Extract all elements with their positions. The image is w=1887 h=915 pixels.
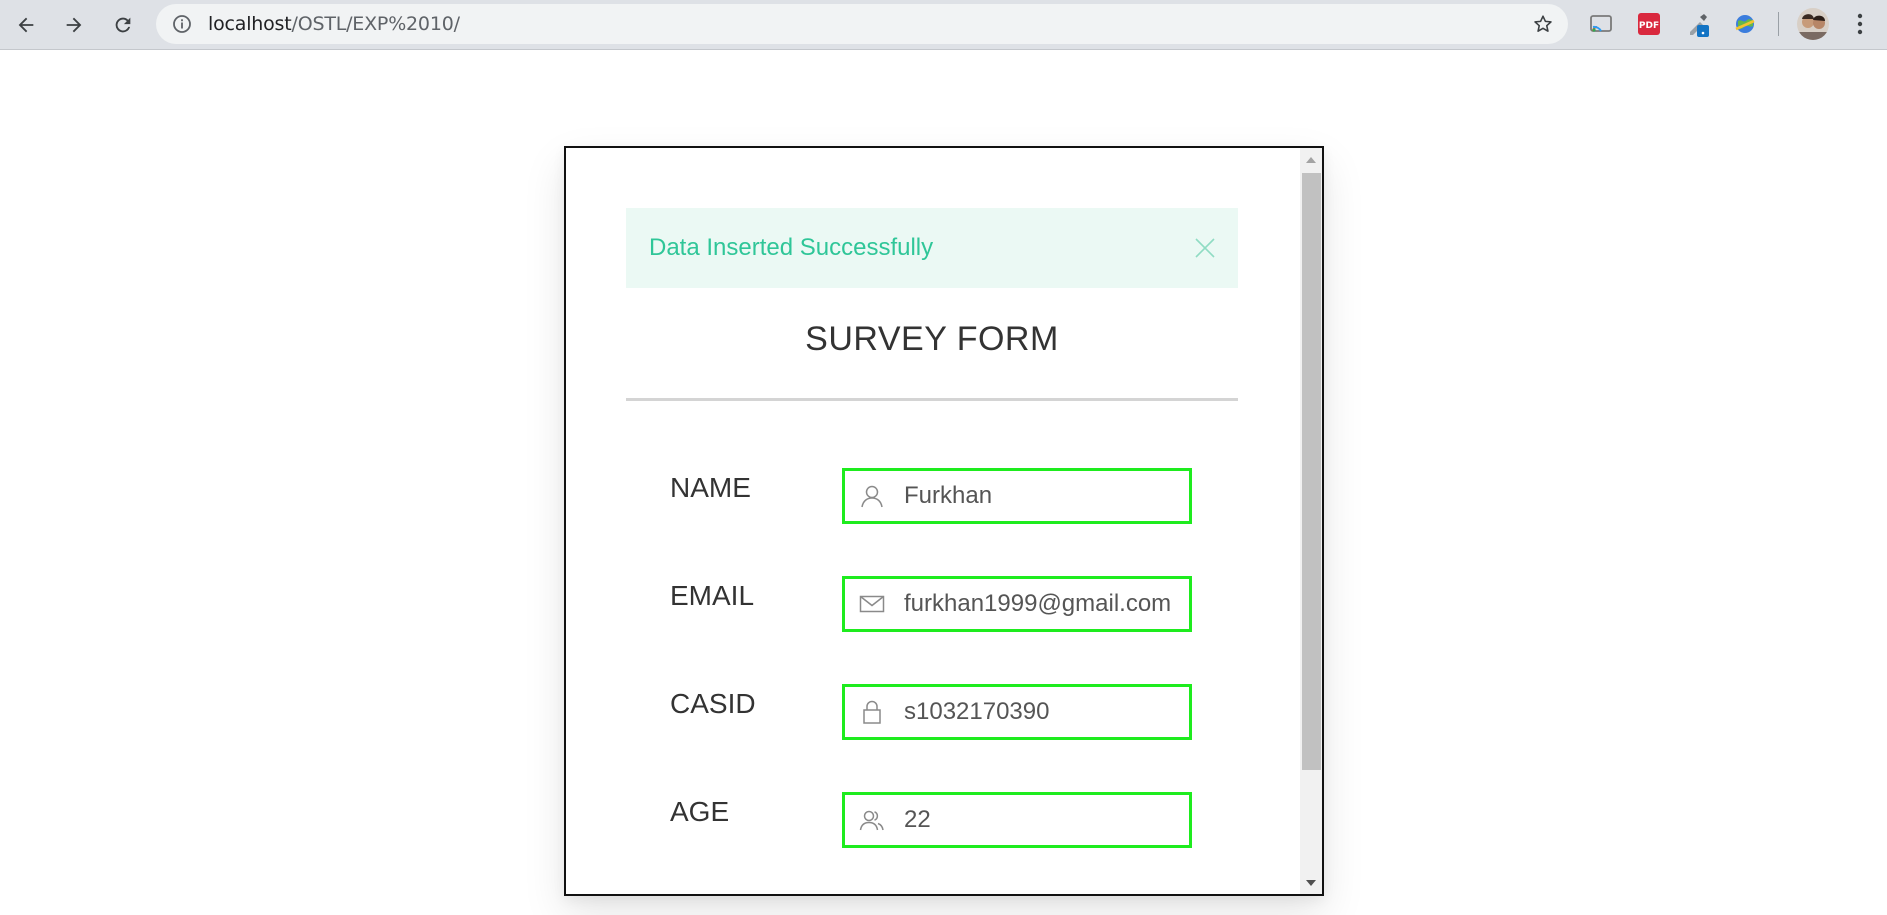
age-label: AGE	[670, 796, 730, 827]
scroll-up-button[interactable]	[1300, 148, 1322, 170]
caret-up-icon	[1306, 156, 1316, 163]
users-icon	[859, 810, 884, 831]
globe-extension-icon[interactable]	[1732, 11, 1758, 37]
survey-form-frame: Data Inserted Successfully SURVEY FORM N…	[564, 146, 1324, 896]
success-alert: Data Inserted Successfully	[626, 208, 1238, 288]
email-field[interactable]: furkhan1999@gmail.com	[842, 576, 1192, 632]
alert-message: Data Inserted Successfully	[649, 234, 934, 261]
age-value: 22	[904, 806, 931, 833]
email-value: furkhan1999@gmail.com	[904, 590, 1172, 617]
caret-down-icon	[1306, 879, 1316, 886]
casid-field[interactable]: s1032170390	[842, 684, 1192, 740]
reload-button[interactable]	[107, 9, 139, 41]
lock-icon	[863, 700, 881, 724]
arrow-right-icon	[66, 17, 82, 33]
cast-extension-icon[interactable]	[1588, 11, 1614, 37]
close-icon[interactable]	[1194, 237, 1216, 259]
vertical-scrollbar[interactable]	[1300, 148, 1322, 894]
name-label: NAME	[670, 472, 751, 503]
info-icon[interactable]	[172, 14, 192, 34]
url-text[interactable]: localhost/OSTL/EXP%2010/	[208, 4, 460, 44]
back-button[interactable]	[10, 9, 42, 41]
url-host: localhost	[208, 13, 292, 35]
eyedropper-extension-icon[interactable]	[1684, 11, 1710, 37]
age-field[interactable]: 22	[842, 792, 1192, 848]
svg-text:PDF: PDF	[1639, 21, 1659, 31]
toolbar-divider	[1778, 12, 1779, 36]
envelope-icon	[859, 595, 885, 613]
bookmark-star-icon[interactable]	[1532, 13, 1554, 35]
form-title: SURVEY FORM	[805, 320, 1059, 358]
forward-button[interactable]	[58, 9, 90, 41]
scroll-thumb[interactable]	[1302, 173, 1321, 770]
browser-toolbar: localhost/OSTL/EXP%2010/ PDF	[0, 0, 1887, 50]
reload-icon	[115, 17, 131, 33]
kebab-menu-icon[interactable]	[1848, 11, 1872, 37]
pdf-extension-icon[interactable]: PDF	[1636, 11, 1662, 37]
casid-label: CASID	[670, 688, 756, 719]
url-path: /OSTL/EXP%2010/	[291, 13, 461, 35]
name-field[interactable]: Furkhan	[842, 468, 1192, 524]
scroll-down-button[interactable]	[1300, 872, 1322, 894]
email-label: EMAIL	[670, 580, 755, 611]
title-divider	[626, 398, 1238, 401]
name-value: Furkhan	[904, 482, 993, 509]
profile-avatar[interactable]	[1797, 8, 1829, 40]
address-bar[interactable]: localhost/OSTL/EXP%2010/	[156, 4, 1568, 44]
user-icon	[861, 485, 883, 508]
casid-value: s1032170390	[904, 698, 1050, 725]
arrow-left-icon	[18, 17, 34, 33]
